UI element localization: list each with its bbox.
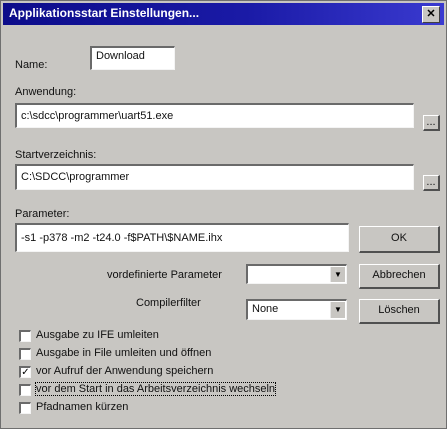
parameter-field[interactable]: -s1 -p378 -m2 -t24.0 -f$PATH\$NAME.ihx xyxy=(15,223,349,252)
cancel-button[interactable]: Abbrechen xyxy=(359,264,440,289)
startverzeichnis-browse-button[interactable]: ... xyxy=(423,175,440,191)
checkbox-change-workdir[interactable] xyxy=(19,384,31,396)
startverzeichnis-label: Startverzeichnis: xyxy=(15,149,97,161)
chevron-down-icon[interactable]: ▼ xyxy=(330,302,345,318)
title-bar[interactable]: Applikationsstart Einstellungen... ✕ xyxy=(3,3,444,25)
ok-button[interactable]: OK xyxy=(359,226,440,253)
checkbox-label: vor Aufruf der Anwendung speichern xyxy=(36,365,214,377)
checkbox-label: Pfadnamen kürzen xyxy=(36,401,129,413)
checkbox-ide-output[interactable] xyxy=(19,330,31,342)
startverzeichnis-field[interactable]: C:\SDCC\programmer xyxy=(15,164,414,190)
compilerfilter-label: Compilerfilter xyxy=(136,297,201,309)
checkbox-save-before-run[interactable]: ✓ xyxy=(19,366,31,378)
checkbox-file-output[interactable] xyxy=(19,348,31,360)
anwendung-field[interactable]: c:\sdcc\programmer\uart51.exe xyxy=(15,103,414,128)
name-field[interactable]: Download xyxy=(90,46,175,70)
settings-dialog: Applikationsstart Einstellungen... ✕ Nam… xyxy=(0,0,447,429)
compilerfilter-value: None xyxy=(252,303,279,315)
checkbox-label: Ausgabe in File umleiten und öffnen xyxy=(36,347,212,359)
anwendung-browse-button[interactable]: ... xyxy=(423,115,440,131)
parameter-label: Parameter: xyxy=(15,208,70,220)
chevron-down-icon[interactable]: ▼ xyxy=(330,267,345,282)
checkbox-label: vor dem Start in das Arbeitsverzeichnis … xyxy=(34,382,277,396)
window-title: Applikationsstart Einstellungen... xyxy=(9,6,200,20)
name-label: Name: xyxy=(15,59,48,71)
checkbox-label: Ausgabe zu IFE umleiten xyxy=(36,329,159,341)
checkbox-shorten-paths[interactable] xyxy=(19,402,31,414)
delete-button[interactable]: Löschen xyxy=(359,299,440,324)
compilerfilter-combo[interactable]: None ▼ xyxy=(246,299,347,320)
anwendung-label: Anwendung: xyxy=(15,86,77,98)
close-button[interactable]: ✕ xyxy=(422,6,440,23)
predefined-label: vordefinierte Parameter xyxy=(107,269,222,281)
predefined-combo[interactable]: ▼ xyxy=(246,264,347,284)
